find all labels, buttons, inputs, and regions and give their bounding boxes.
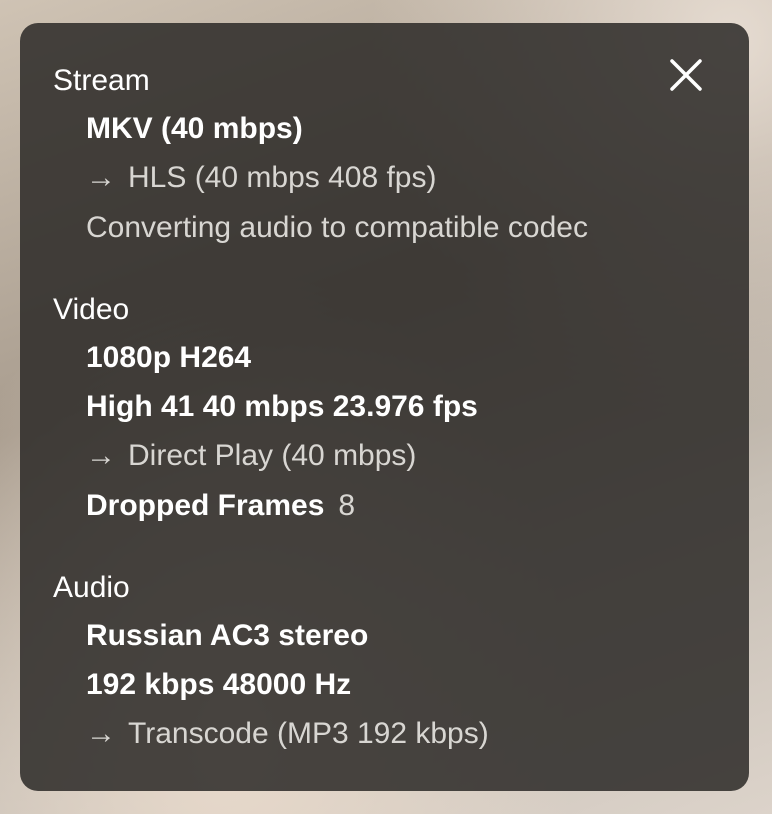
audio-mode: Transcode (MP3 192 kbps): [128, 717, 489, 750]
stream-output: HLS (40 mbps 408 fps): [128, 161, 437, 194]
audio-format: 192 kbps 48000 Hz: [86, 668, 352, 701]
video-section-title: Video: [53, 293, 130, 326]
stream-container: MKV (40 mbps): [86, 112, 303, 145]
dropped-frames-label: Dropped Frames: [86, 489, 325, 522]
audio-track: Russian AC3 stereo: [86, 619, 369, 652]
arrow-right-icon: →: [86, 717, 116, 750]
stream-section-title: Stream: [53, 64, 150, 97]
dropped-frames-row: Dropped Frames 8: [86, 488, 355, 524]
video-profile: High 41 40 mbps 23.976 fps: [86, 390, 478, 423]
video-resolution: 1080p H264: [86, 341, 252, 374]
arrow-right-icon: →: [86, 439, 116, 472]
audio-section-title: Audio: [53, 571, 130, 604]
video-mode-row: → Direct Play (40 mbps): [86, 438, 416, 474]
audio-mode-row: → Transcode (MP3 192 kbps): [86, 716, 489, 752]
close-button[interactable]: [668, 57, 704, 93]
playback-info-panel: Stream MKV (40 mbps) → HLS (40 mbps 408 f…: [20, 23, 749, 791]
stream-note: Converting audio to compatible codec: [86, 211, 588, 244]
video-mode: Direct Play (40 mbps): [128, 439, 417, 472]
close-icon: [670, 59, 702, 91]
arrow-right-icon: →: [86, 161, 116, 194]
stream-output-row: → HLS (40 mbps 408 fps): [86, 160, 436, 196]
dropped-frames-value: 8: [338, 489, 356, 522]
